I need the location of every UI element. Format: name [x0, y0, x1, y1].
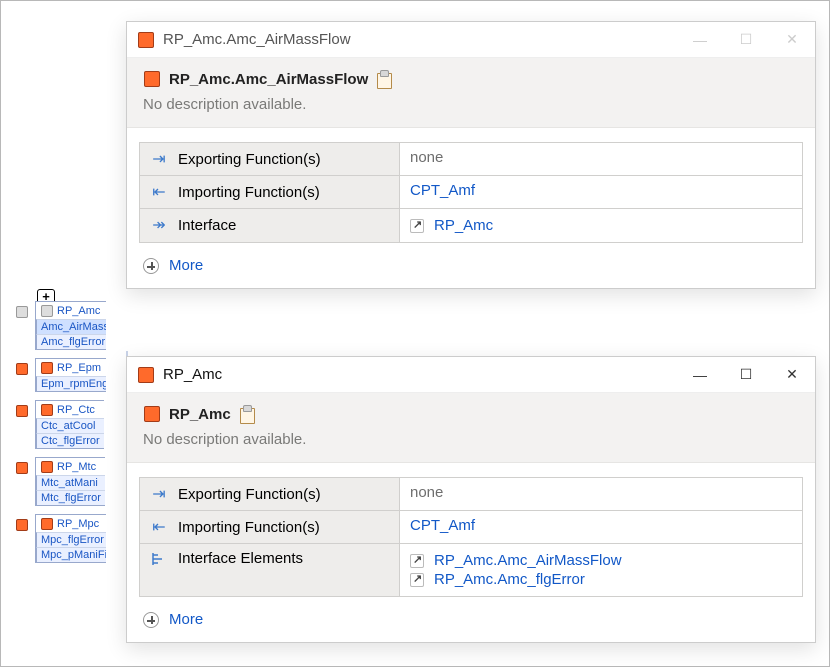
- detail-window-top: RP_Amc.Amc_AirMassFlow — ☐ ✕ RP_Amc.Amc_…: [126, 21, 816, 289]
- close-button[interactable]: ✕: [769, 357, 815, 393]
- row-label: Interface: [178, 217, 236, 234]
- tree-block[interactable]: RP_Amc Amc_AirMass Amc_flgError: [15, 301, 106, 350]
- component-icon: [15, 518, 29, 532]
- more-toggle[interactable]: More: [127, 603, 815, 642]
- tree-row[interactable]: Mtc_atMani: [36, 475, 105, 491]
- window-title: RP_Amc: [163, 366, 669, 383]
- row-value-link[interactable]: RP_Amc.Amc_flgError: [434, 571, 585, 588]
- tree-block-title[interactable]: RP_Mpc: [36, 515, 106, 532]
- row-value-link[interactable]: RP_Amc.Amc_AirMassFlow: [434, 552, 622, 569]
- tree-block-title[interactable]: RP_Mtc: [36, 458, 105, 475]
- header-description: No description available.: [143, 96, 799, 113]
- maximize-button[interactable]: ☐: [723, 357, 769, 393]
- row-value-link[interactable]: RP_Amc: [434, 217, 493, 234]
- tree-block[interactable]: RP_Mpc Mpc_flgError Mpc_pManiFilt: [15, 514, 106, 563]
- tree-row[interactable]: Mpc_flgError: [36, 532, 106, 548]
- goto-icon[interactable]: [410, 219, 424, 233]
- tree-block-label: RP_Epm: [57, 362, 101, 374]
- import-icon: ⇤: [150, 182, 168, 202]
- header-title: RP_Amc: [169, 406, 231, 423]
- properties-table: ⇥ Exporting Function(s) none ⇤ Importing…: [139, 477, 803, 597]
- clipboard-icon[interactable]: [376, 70, 392, 88]
- component-icon: [143, 405, 161, 423]
- tree-row[interactable]: Mtc_flgError: [36, 490, 105, 506]
- close-button: ✕: [769, 22, 815, 58]
- row-label: Exporting Function(s): [178, 486, 321, 503]
- header-title: RP_Amc.Amc_AirMassFlow: [169, 71, 368, 88]
- tree-row[interactable]: Ctc_flgError: [36, 433, 104, 449]
- interface-icon: ↠: [150, 215, 168, 235]
- tree-row[interactable]: Epm_rpmEngS: [36, 376, 106, 392]
- window-header: RP_Amc.Amc_AirMassFlow No description av…: [127, 58, 815, 128]
- window-header: RP_Amc No description available.: [127, 393, 815, 463]
- tree-block-title[interactable]: RP_Epm: [36, 359, 106, 376]
- table-row: ⇥ Exporting Function(s) none: [140, 478, 803, 511]
- row-label: Importing Function(s): [178, 519, 320, 536]
- component-icon: [40, 403, 54, 417]
- tree-row[interactable]: Ctc_atCool: [36, 418, 104, 434]
- component-icon: [40, 460, 54, 474]
- plus-icon: [143, 258, 159, 274]
- export-icon: ⇥: [150, 484, 168, 504]
- more-label: More: [169, 257, 203, 274]
- minimize-button: —: [677, 22, 723, 58]
- tree-block[interactable]: RP_Mtc Mtc_atMani Mtc_flgError: [15, 457, 106, 506]
- tree-block-label: RP_Ctc: [57, 404, 95, 416]
- minimize-button[interactable]: —: [677, 357, 723, 393]
- component-icon: [15, 305, 29, 319]
- tree-block-title[interactable]: RP_Amc: [36, 302, 106, 319]
- component-icon: [40, 361, 54, 375]
- tree-block[interactable]: RP_Ctc Ctc_atCool Ctc_flgError: [15, 400, 106, 449]
- component-icon: [137, 31, 155, 49]
- table-row: Interface Elements RP_Amc.Amc_AirMassFlo…: [140, 544, 803, 597]
- tree-block-label: RP_Amc: [57, 305, 100, 317]
- tree-block-label: RP_Mpc: [57, 518, 99, 530]
- tree-block-label: RP_Mtc: [57, 461, 96, 473]
- more-toggle[interactable]: More: [127, 249, 815, 288]
- tree-row[interactable]: Amc_flgError: [36, 334, 106, 350]
- row-value: none: [410, 149, 443, 166]
- row-value: none: [410, 484, 443, 501]
- goto-icon[interactable]: [410, 554, 424, 568]
- window-titlebar[interactable]: RP_Amc — ☐ ✕: [127, 357, 815, 393]
- row-label: Exporting Function(s): [178, 151, 321, 168]
- component-icon: [143, 70, 161, 88]
- properties-table: ⇥ Exporting Function(s) none ⇤ Importing…: [139, 142, 803, 243]
- tree-block[interactable]: RP_Epm Epm_rpmEngS: [15, 358, 106, 392]
- table-row: ⇥ Exporting Function(s) none: [140, 143, 803, 176]
- component-icon: [40, 304, 54, 318]
- interface-elements-icon: [150, 551, 168, 567]
- row-value-link[interactable]: CPT_Amf: [410, 182, 475, 199]
- component-icon: [15, 461, 29, 475]
- window-title: RP_Amc.Amc_AirMassFlow: [163, 31, 669, 48]
- goto-icon[interactable]: [410, 573, 424, 587]
- more-label: More: [169, 611, 203, 628]
- detail-window-bottom: RP_Amc — ☐ ✕ RP_Amc No description avail…: [126, 356, 816, 643]
- row-label: Importing Function(s): [178, 184, 320, 201]
- export-icon: ⇥: [150, 149, 168, 169]
- table-row: ↠ Interface RP_Amc: [140, 209, 803, 243]
- tree-row[interactable]: Amc_AirMass: [36, 319, 106, 335]
- tree-row[interactable]: Mpc_pManiFilt: [36, 547, 106, 563]
- header-description: No description available.: [143, 431, 799, 448]
- plus-icon: [143, 612, 159, 628]
- window-titlebar[interactable]: RP_Amc.Amc_AirMassFlow — ☐ ✕: [127, 22, 815, 58]
- component-icon: [40, 517, 54, 531]
- component-icon: [15, 362, 29, 376]
- row-label: Interface Elements: [178, 550, 303, 567]
- maximize-button: ☐: [723, 22, 769, 58]
- tree-block-title[interactable]: RP_Ctc: [36, 401, 104, 418]
- table-row: ⇤ Importing Function(s) CPT_Amf: [140, 511, 803, 544]
- row-value-link[interactable]: CPT_Amf: [410, 517, 475, 534]
- table-row: ⇤ Importing Function(s) CPT_Amf: [140, 176, 803, 209]
- component-icon: [15, 404, 29, 418]
- clipboard-icon[interactable]: [239, 405, 255, 423]
- import-icon: ⇤: [150, 517, 168, 537]
- component-tree: RP_Amc Amc_AirMass Amc_flgError RP_Epm E…: [15, 301, 106, 571]
- component-icon: [137, 366, 155, 384]
